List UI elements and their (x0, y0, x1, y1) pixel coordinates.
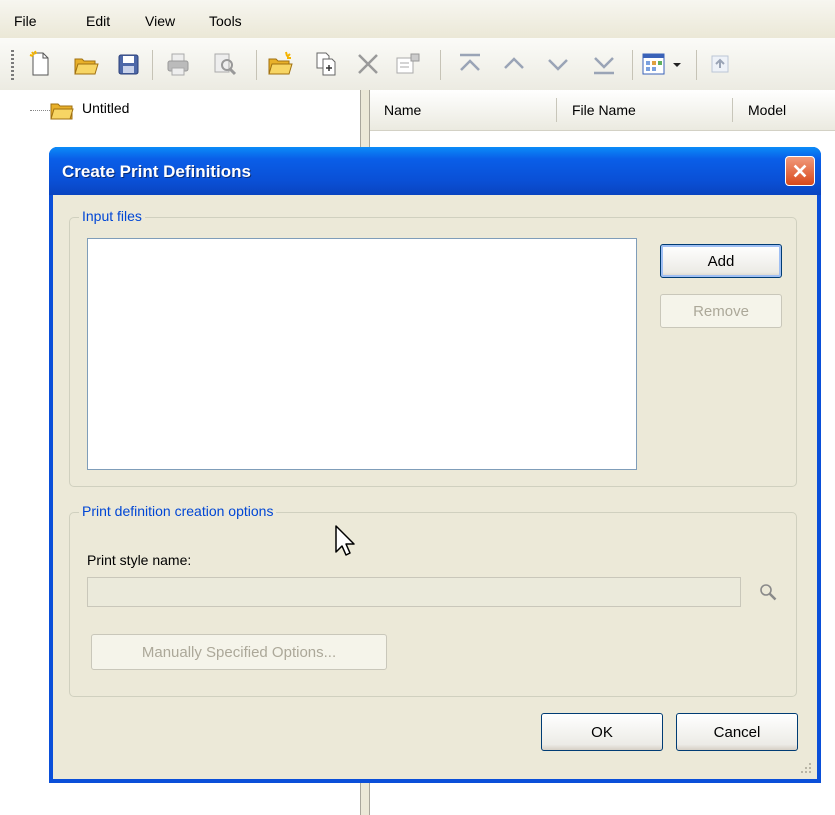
menu-tools[interactable]: Tools (209, 13, 242, 29)
move-top-icon[interactable] (456, 50, 484, 78)
toolbar-separator (696, 50, 697, 80)
view-icon[interactable] (640, 50, 668, 78)
properties-icon[interactable] (394, 50, 422, 78)
column-model[interactable]: Model (748, 102, 786, 118)
tree-root-untitled[interactable]: Untitled (80, 100, 131, 116)
column-file-name[interactable]: File Name (572, 102, 636, 118)
print-preview-icon[interactable] (210, 50, 238, 78)
search-icon[interactable] (757, 581, 779, 603)
input-files-label: Input files (79, 208, 145, 224)
creation-options-label: Print definition creation options (79, 503, 277, 519)
toolbar-separator (152, 50, 153, 80)
close-button[interactable] (785, 156, 815, 186)
dialog-title: Create Print Definitions (62, 162, 251, 181)
move-bottom-icon[interactable] (590, 50, 618, 78)
copy-icon[interactable] (312, 50, 340, 78)
resize-grip-icon[interactable] (799, 761, 813, 775)
toolbar-separator (632, 50, 633, 80)
manually-specified-options-button[interactable]: Manually Specified Options... (91, 634, 387, 670)
tree-connector (30, 110, 50, 112)
new-icon[interactable] (26, 50, 54, 78)
menubar: File Edit View Tools (0, 0, 835, 38)
list-header: Name File Name Model (370, 90, 835, 131)
mouse-cursor-icon (335, 525, 355, 556)
print-style-name-label: Print style name: (87, 552, 192, 568)
ok-button[interactable]: OK (541, 713, 663, 751)
toolbar (0, 38, 835, 90)
input-files-listbox[interactable] (87, 238, 637, 470)
menu-view[interactable]: View (145, 13, 175, 29)
column-divider[interactable] (732, 98, 733, 122)
toolbar-separator (440, 50, 441, 80)
move-up-icon[interactable] (500, 50, 528, 78)
new-folder-icon[interactable] (266, 50, 294, 78)
cancel-button[interactable]: Cancel (676, 713, 798, 751)
toolbar-separator (256, 50, 257, 80)
create-print-definitions-dialog: Create Print Definitions Input files Add… (49, 147, 821, 783)
delete-icon[interactable] (354, 50, 382, 78)
help-icon[interactable] (706, 50, 734, 78)
open-folder-icon[interactable] (72, 50, 100, 78)
dialog-title-bar[interactable]: Create Print Definitions (49, 147, 821, 195)
menu-edit[interactable]: Edit (86, 13, 110, 29)
move-down-icon[interactable] (544, 50, 572, 78)
column-name[interactable]: Name (384, 102, 421, 118)
save-icon[interactable] (114, 50, 142, 78)
dialog-body: Input files Add Remove Print definition … (53, 195, 817, 779)
print-icon[interactable] (164, 50, 192, 78)
toolbar-grip[interactable] (11, 50, 14, 80)
close-icon (793, 164, 807, 178)
dropdown-arrow-icon[interactable] (670, 50, 684, 78)
print-style-name-field[interactable] (87, 577, 741, 607)
menu-file[interactable]: File (14, 13, 37, 29)
folder-icon (50, 99, 74, 121)
add-button[interactable]: Add (660, 244, 782, 278)
remove-button[interactable]: Remove (660, 294, 782, 328)
column-divider[interactable] (556, 98, 557, 122)
